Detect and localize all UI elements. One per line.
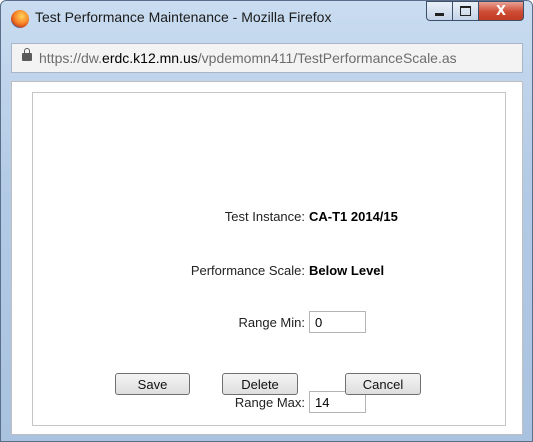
close-icon: X [495,3,507,19]
url-path: /vpdemomn411/TestPerformanceScale.as [197,50,457,66]
range-min-input[interactable]: 0 [309,311,366,333]
test-instance-value: CA-T1 2014/15 [309,209,398,224]
close-button[interactable]: X [478,1,524,21]
delete-button[interactable]: Delete [222,373,298,395]
url-domain: erdc.k12.mn.us [102,50,198,66]
minimize-icon [435,12,444,16]
lock-icon [22,48,32,61]
save-button[interactable]: Save [115,373,190,395]
performance-scale-label: Performance Scale: [190,263,305,278]
url-text: https://dw.erdc.k12.mn.us/vpdemomn411/Te… [39,50,457,66]
maximize-icon [460,6,471,16]
maximize-button[interactable] [452,1,478,21]
cancel-button[interactable]: Cancel [345,373,421,395]
window-title: Test Performance Maintenance - Mozilla F… [35,9,332,25]
firefox-icon [11,10,29,28]
address-bar[interactable]: https://dw.erdc.k12.mn.us/vpdemomn411/Te… [11,43,523,73]
minimize-button[interactable] [426,1,452,21]
test-instance-label: Test Instance: [224,209,305,224]
window-controls: X [426,1,524,23]
url-scheme: https://dw. [39,50,103,66]
range-max-label: Range Max: [234,395,305,410]
title-bar[interactable]: Test Performance Maintenance - Mozilla F… [1,1,532,37]
range-min-label: Range Min: [238,315,305,330]
performance-scale-value: Below Level [309,263,385,278]
